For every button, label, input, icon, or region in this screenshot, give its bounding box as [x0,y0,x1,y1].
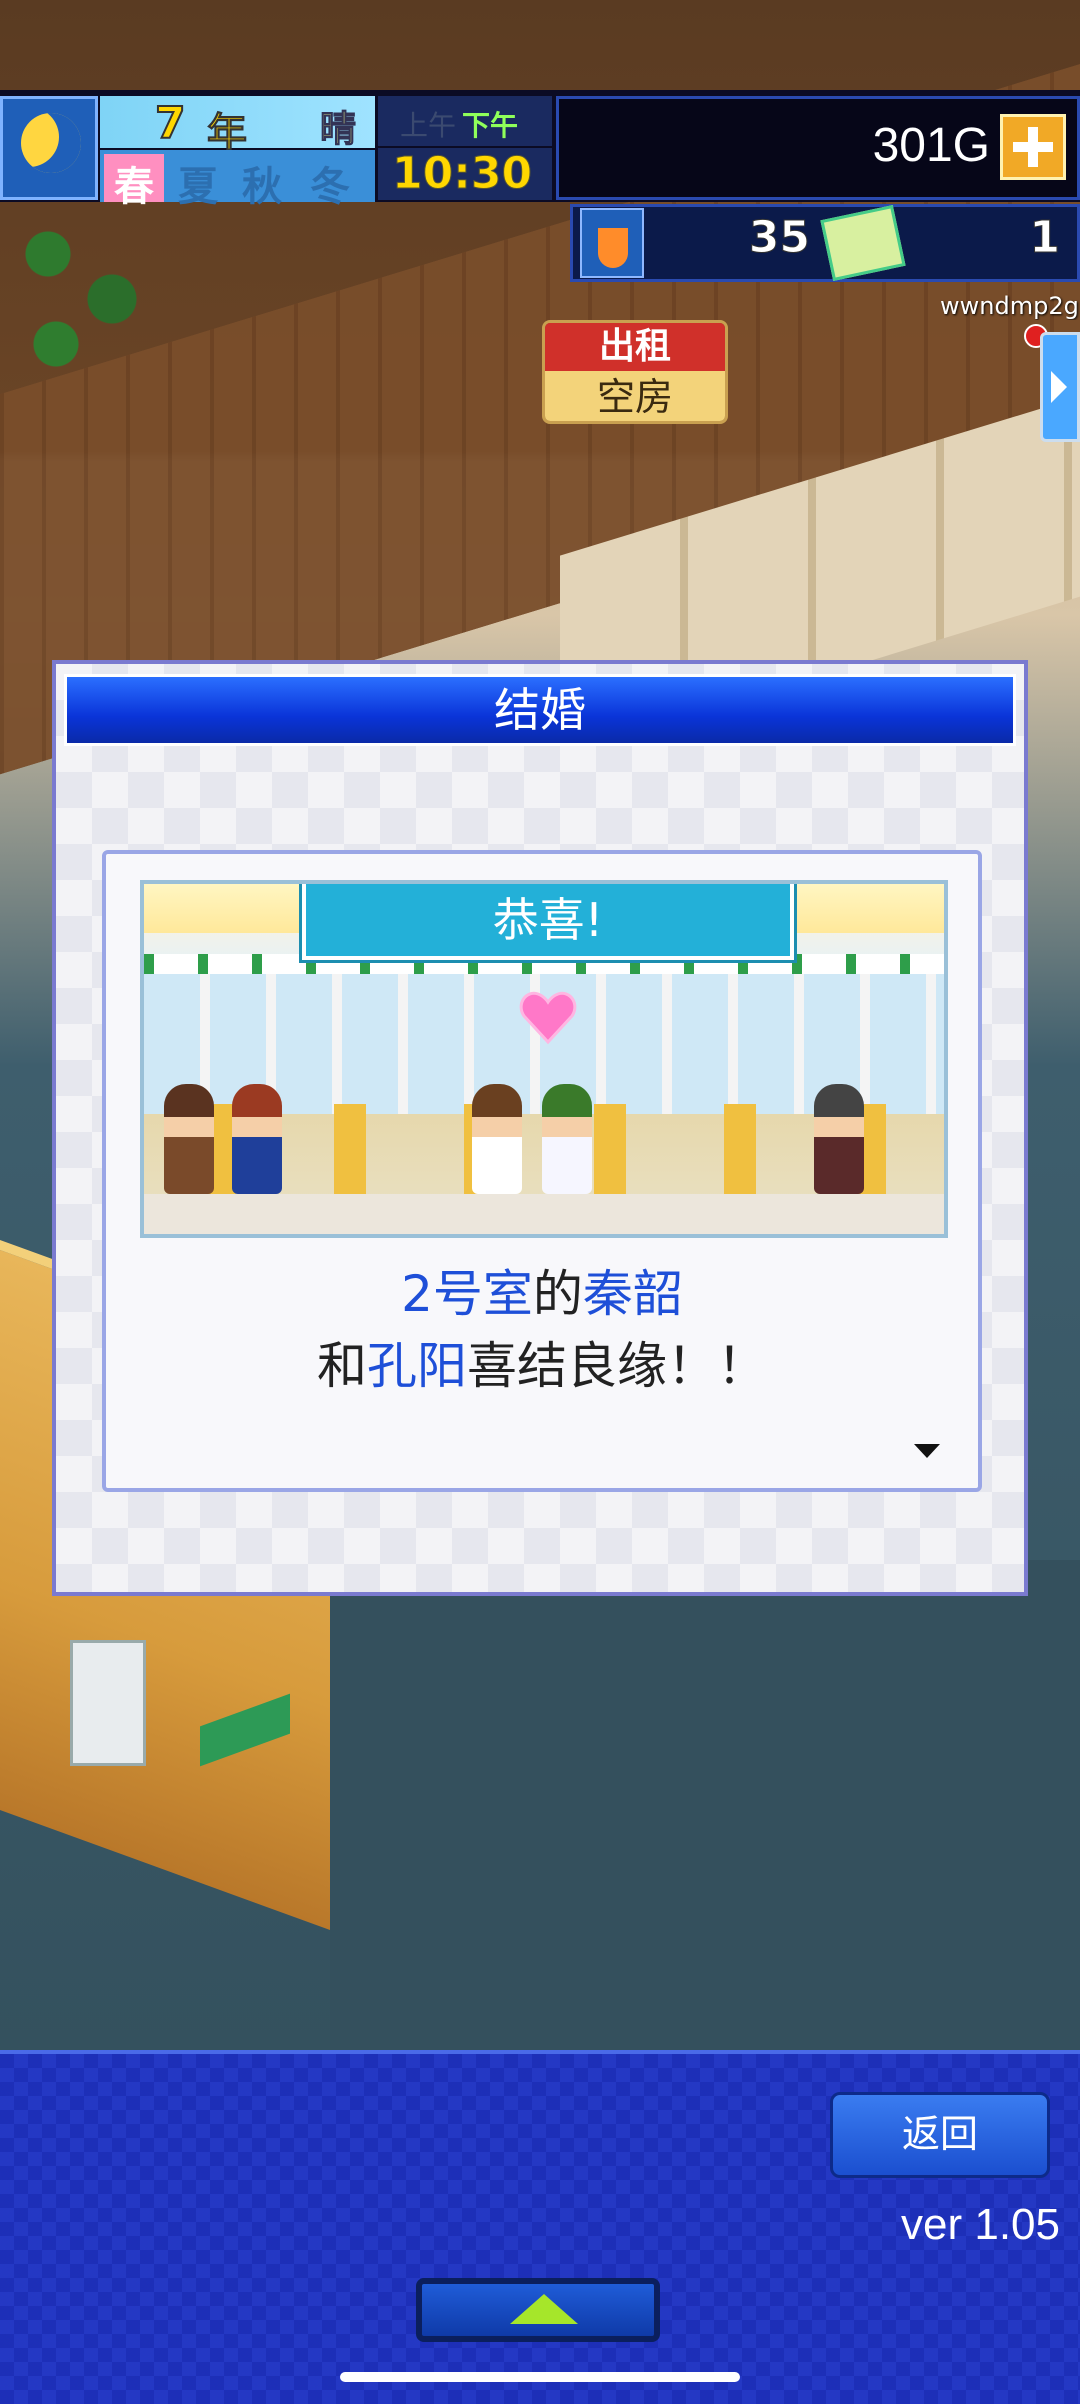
am-label: 上午 [400,109,457,142]
rent-sign-bottom: 空房 [545,371,725,421]
priest-character [814,1084,864,1194]
heart-icon [519,991,577,1045]
season-autumn: 秋 [242,164,282,210]
side-menu-tab[interactable] [1040,332,1080,442]
weather-label: 晴 [319,109,357,151]
version-label: ver 1.05 [901,2200,1060,2249]
message-tail: 喜结良缘！！ [467,1337,767,1395]
expand-menu-button[interactable] [416,2278,660,2342]
moon-icon [21,113,81,173]
fridge [70,1640,146,1766]
particle-text: 的 [532,1265,583,1323]
time-of-day-icon-box [0,96,98,200]
season-spring: 春 [104,154,164,210]
dialog-content[interactable]: 恭喜! 2号室的秦韶 和孔阳喜结良缘！！ [102,850,982,1492]
pm-label: 下午 [462,109,519,142]
message-line-2: 和孔阳喜结良缘！！ [106,1326,978,1398]
message-line-1: 2号室的秦韶 [106,1254,978,1326]
triangle-down-icon[interactable] [914,1444,940,1458]
person1-name: 秦韶 [582,1265,683,1323]
season-summer: 夏 [178,164,218,210]
year-number: 7 [154,97,187,150]
flask-icon [598,228,628,268]
congrats-banner: 恭喜! [299,884,797,963]
back-button[interactable]: 返回 [830,2092,1050,2178]
rent-sign-top: 出租 [545,323,725,371]
gold-amount: 301G [872,119,990,172]
username-label: wwndmp2g [940,292,1079,320]
wedding-scene-image: 恭喜! [140,880,948,1238]
marriage-dialog[interactable]: 结婚 恭喜! 2号室的秦韶 和孔阳喜结良缘！！ [52,660,1028,1596]
guest-character [164,1084,214,1194]
conjunction-text: 和 [317,1337,367,1395]
home-indicator[interactable] [340,2372,740,2382]
research-points: 35 [748,212,810,264]
dialog-title: 结婚 [64,674,1016,746]
chapel-floor [144,1194,944,1234]
guest-character [232,1084,282,1194]
up-arrow-icon [510,2294,578,2324]
trees [0,200,160,380]
groom-character [472,1084,522,1194]
for-rent-sign[interactable]: 出租 空房 [542,320,728,424]
season-winter: 冬 [310,164,350,210]
add-gold-button[interactable] [1000,114,1066,180]
bride-character [542,1084,592,1194]
person2-name: 孔阳 [367,1337,467,1395]
ticket-count: 1 [1029,212,1061,264]
clock-time: 10:30 [391,148,533,200]
room-name: 2号室 [401,1265,533,1323]
empty-lot [330,1560,1080,2050]
